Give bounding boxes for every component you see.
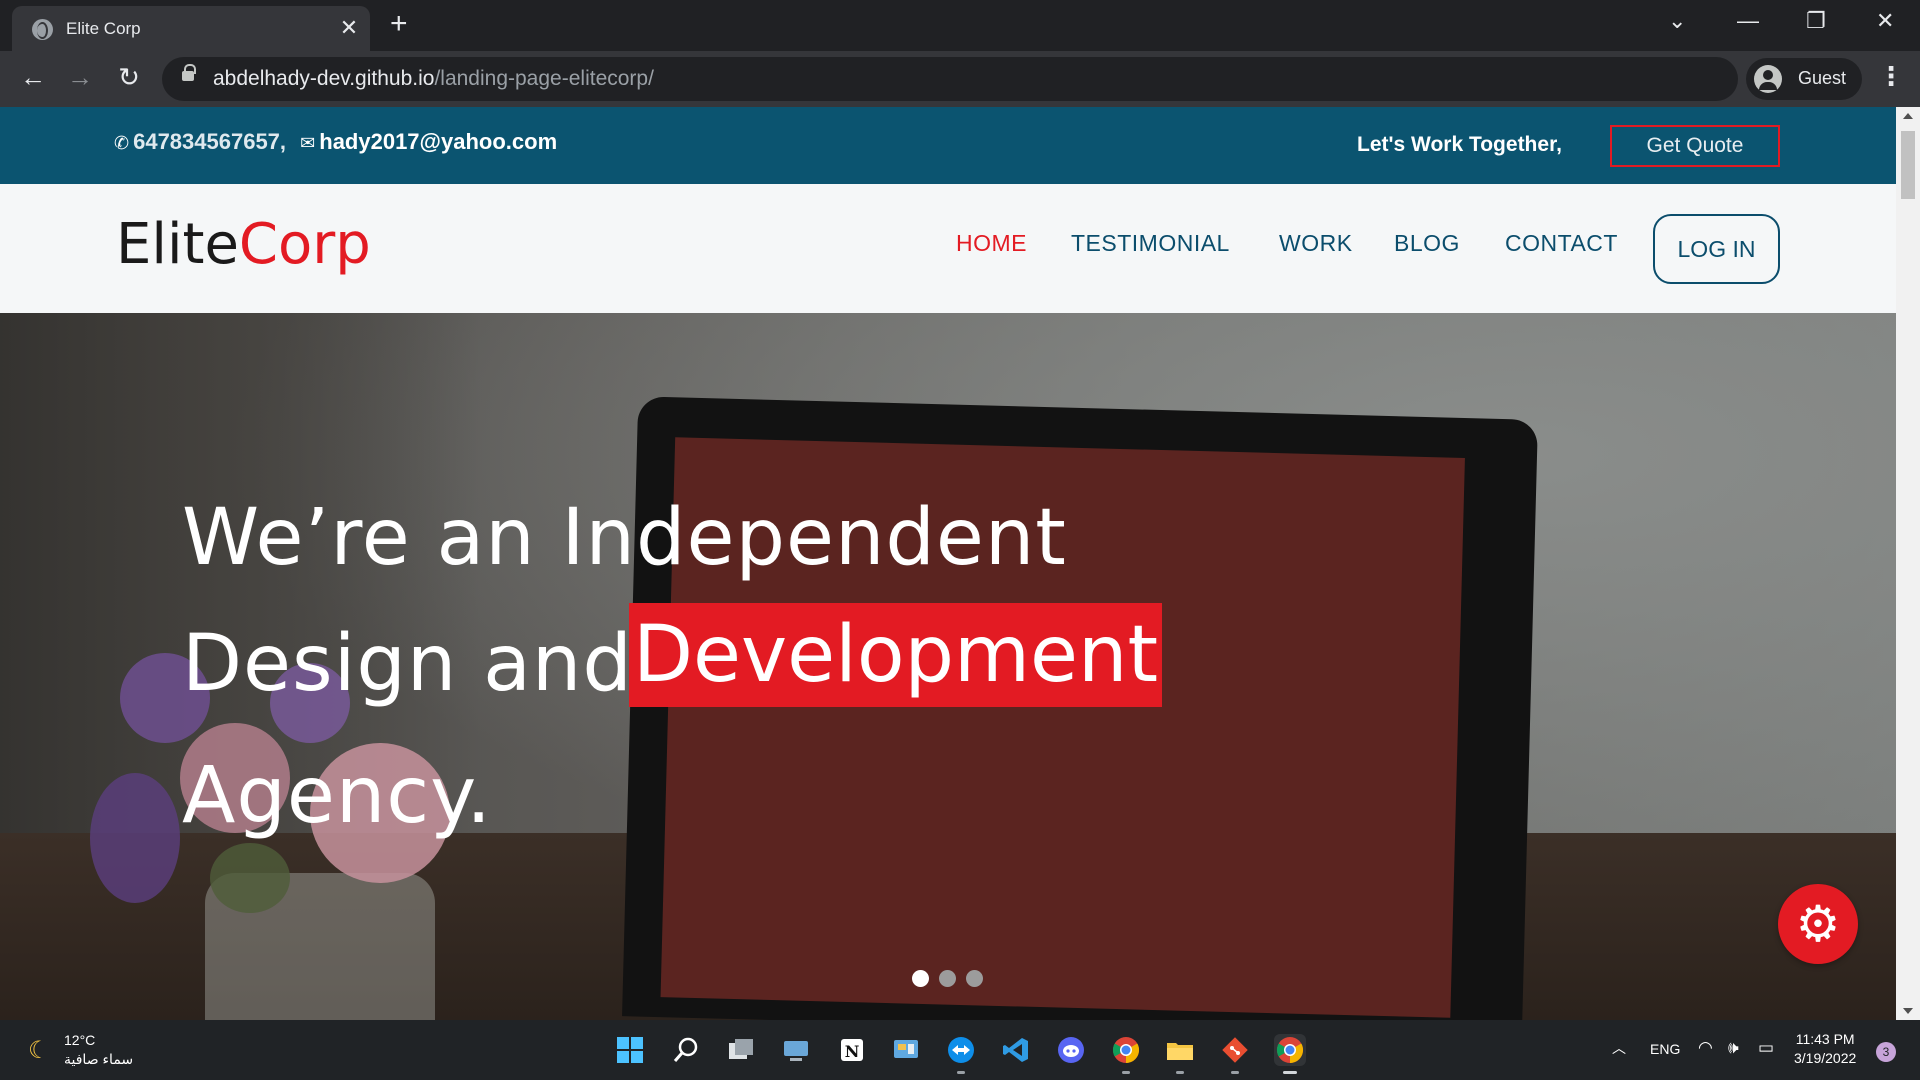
phone-number[interactable]: 647834567657, [133, 129, 286, 154]
nav-blog[interactable]: BLOG [1394, 230, 1460, 257]
nav-home[interactable]: HOME [956, 230, 1027, 257]
close-tab-icon[interactable]: ✕ [336, 15, 362, 41]
site-header: EliteCorp HOME TESTIMONIAL WORK BLOG CON… [0, 184, 1896, 313]
volume-icon[interactable]: 🕪 [1728, 1038, 1739, 1058]
language-indicator[interactable]: ENG [1650, 1041, 1680, 1057]
notion-icon[interactable]: N [836, 1034, 868, 1066]
phone-icon: ✆ [114, 133, 130, 153]
teamviewer-icon[interactable] [945, 1034, 977, 1074]
notification-badge[interactable]: 3 [1876, 1042, 1896, 1062]
remote-desktop-icon[interactable] [780, 1034, 812, 1066]
wifi-icon[interactable]: ◠ [1698, 1038, 1713, 1058]
new-tab-button[interactable]: + [390, 9, 408, 39]
logo-text-corp: Corp [238, 212, 371, 277]
hero-headline-line2: Design and [182, 619, 633, 709]
profile-avatar-icon [1754, 65, 1782, 93]
login-button[interactable]: LOG IN [1653, 214, 1780, 284]
chrome-profile-icon[interactable] [1110, 1034, 1142, 1074]
weather-condition: سماء صافية [64, 1051, 134, 1067]
nav-testimonial[interactable]: TESTIMONIAL [1071, 230, 1230, 257]
tab-search-icon[interactable]: ⌄ [1668, 8, 1686, 34]
page-scrollbar[interactable] [1896, 107, 1920, 1020]
show-hidden-icons[interactable]: ︿ [1612, 1038, 1626, 1058]
lock-icon[interactable] [182, 64, 196, 81]
chrome-icon[interactable] [1274, 1034, 1306, 1074]
browser-tabbar: Elite Corp ✕ + ⌄ — ❐ ✕ [0, 0, 1920, 51]
slider-dot-1[interactable] [912, 970, 929, 987]
envelope-icon: ✉ [300, 133, 316, 153]
weather-temperature: 12°C [64, 1032, 96, 1048]
logo-text-elite: Elite [116, 212, 239, 277]
hero-headline-line3: Agency. [182, 751, 493, 841]
settings-gear-button[interactable]: ⚙ [1778, 884, 1858, 964]
url-text[interactable]: abdelhady-dev.github.io/landing-page-eli… [213, 67, 654, 91]
file-explorer-icon[interactable] [1164, 1034, 1196, 1074]
forward-button[interactable]: → [63, 62, 97, 92]
restore-button[interactable]: ❐ [1806, 8, 1826, 34]
back-button[interactable]: ← [16, 62, 50, 92]
globe-icon [32, 19, 53, 40]
site-logo[interactable]: EliteCorp [116, 212, 371, 277]
browser-tab[interactable]: Elite Corp ✕ [12, 6, 370, 51]
clock-time: 11:43 PM [1795, 1031, 1855, 1047]
nav-contact[interactable]: CONTACT [1505, 230, 1618, 257]
page-viewport: ✆ 647834567657, ✉ hady2017@yahoo.com Let's… [0, 107, 1896, 1020]
control-panel-icon[interactable] [890, 1034, 922, 1066]
git-icon[interactable] [1219, 1034, 1251, 1074]
tagline: Let's Work Together, [1357, 133, 1562, 156]
email-address[interactable]: hady2017@yahoo.com [319, 129, 557, 154]
hero-slider: We’re an Independent Design and Developm… [0, 313, 1896, 1020]
search-icon[interactable] [670, 1034, 702, 1066]
contact-info: ✆ 647834567657, ✉ hady2017@yahoo.com [114, 129, 557, 155]
reload-button[interactable]: ↻ [112, 62, 146, 92]
browser-toolbar: ← → ↻ abdelhady-dev.github.io/landing-pa… [0, 51, 1920, 107]
slider-dots [912, 970, 993, 992]
battery-icon[interactable]: ▭ [1758, 1038, 1774, 1058]
profile-label: Guest [1798, 68, 1847, 88]
clock-date: 3/19/2022 [1794, 1050, 1857, 1066]
hero-headline-line1: We’re an Independent [182, 493, 1067, 583]
scroll-up-arrow[interactable] [1903, 113, 1913, 119]
address-bar[interactable]: abdelhady-dev.github.io/landing-page-eli… [162, 57, 1738, 101]
vscode-icon[interactable] [1000, 1034, 1032, 1066]
browser-menu-icon[interactable]: ⋮ [1878, 61, 1904, 92]
nav-work[interactable]: WORK [1279, 230, 1353, 257]
profile-button[interactable]: Guest [1746, 58, 1862, 100]
windows-taskbar: ☾ 12°C سماء صافية N ︿ ENG ◠ 🕪 ▭ 11:43 PM… [0, 1020, 1920, 1080]
contact-topbar: ✆ 647834567657, ✉ hady2017@yahoo.com Let's… [0, 107, 1896, 184]
scroll-down-arrow[interactable] [1903, 1008, 1913, 1014]
minimize-button[interactable]: — [1737, 8, 1759, 34]
moon-icon: ☾ [28, 1037, 50, 1064]
task-view-icon[interactable] [725, 1034, 757, 1066]
start-icon[interactable] [614, 1034, 646, 1066]
svg-text:N: N [845, 1042, 860, 1061]
close-window-button[interactable]: ✕ [1876, 8, 1894, 34]
discord-icon[interactable] [1055, 1034, 1087, 1066]
slider-dot-2[interactable] [939, 970, 956, 987]
hero-laptop-image [622, 396, 1538, 1020]
scrollbar-thumb[interactable] [1901, 131, 1915, 199]
slider-dot-3[interactable] [966, 970, 983, 987]
taskbar-clock[interactable]: 11:43 PM 3/19/2022 [1794, 1030, 1856, 1068]
gears-icon: ⚙ [1795, 896, 1841, 952]
hero-highlight: Development [629, 603, 1162, 707]
get-quote-button[interactable]: Get Quote [1610, 125, 1780, 167]
tab-title: Elite Corp [66, 19, 141, 38]
